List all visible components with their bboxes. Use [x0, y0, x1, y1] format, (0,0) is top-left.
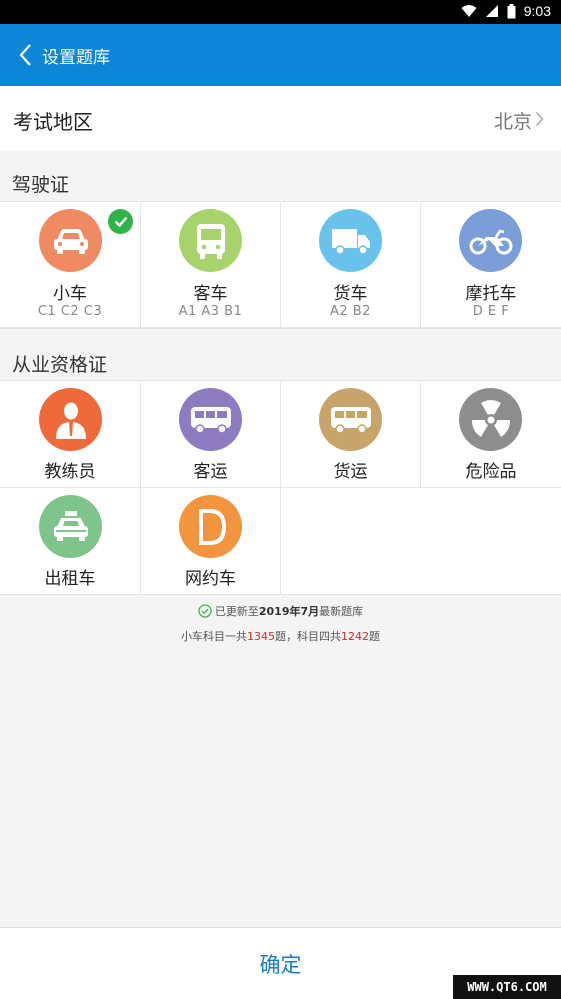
- qualification-icon-circle: [39, 495, 102, 558]
- passenger-bus-icon: [190, 406, 231, 434]
- region-selector[interactable]: 考试地区 北京: [0, 86, 561, 150]
- license-item-car[interactable]: 小车 C1 C2 C3: [0, 202, 141, 328]
- coach-icon: [55, 402, 86, 439]
- truck-icon: [331, 228, 370, 255]
- qualification-icon-circle: [179, 495, 242, 558]
- license-item-truck[interactable]: 货车 A2 B2: [281, 202, 421, 328]
- qualification-label: 客运: [193, 462, 228, 482]
- license-classes: D E F: [472, 304, 510, 319]
- qualification-item-cargo[interactable]: 货运: [281, 381, 421, 488]
- license-icon-circle: [179, 209, 242, 272]
- count-text-a: 小车科目一共: [181, 630, 247, 643]
- qualification-icon-circle: [319, 388, 382, 451]
- taxi-icon: [53, 510, 88, 541]
- license-classes: A2 B2: [330, 304, 371, 319]
- qualification-label: 货运: [333, 462, 368, 482]
- license-grid: 小车 C1 C2 C3 客车 A1 A3 B1 货车 A2 B2 摩托车 D E…: [0, 201, 561, 329]
- page-title: 设置题库: [42, 48, 110, 68]
- bus-icon: [196, 223, 225, 259]
- subject4-count: 1242: [341, 630, 369, 643]
- watermark: WWW.QT6.COM: [453, 975, 561, 999]
- qualification-item-ride-hailing[interactable]: 网约车: [141, 488, 281, 594]
- license-section-title: 驾驶证: [12, 174, 70, 196]
- wifi-icon: [461, 5, 477, 17]
- status-icons: 9:03: [461, 3, 551, 19]
- count-text-c: 题: [369, 630, 380, 643]
- license-item-bus[interactable]: 客车 A1 A3 B1: [141, 202, 281, 328]
- qualification-item-passenger[interactable]: 客运: [141, 381, 281, 488]
- radiation-icon: [471, 399, 510, 437]
- region-label: 考试地区: [13, 110, 93, 134]
- qualification-label: 教练员: [44, 462, 96, 482]
- qualification-icon-circle: [39, 388, 102, 451]
- qualification-label: 出租车: [44, 569, 96, 589]
- app-bar: 设置题库: [0, 24, 561, 86]
- selected-check-icon: [108, 209, 133, 234]
- qualification-label: 危险品: [465, 462, 517, 482]
- qualification-item-hazmat[interactable]: 危险品: [421, 381, 561, 488]
- license-item-motorcycle[interactable]: 摩托车 D E F: [421, 202, 561, 328]
- qualification-item-taxi[interactable]: 出租车: [0, 488, 141, 594]
- count-text-b: 题，科目四共: [275, 630, 341, 643]
- license-icon-circle: [39, 209, 102, 272]
- back-button[interactable]: [8, 38, 42, 72]
- motorcycle-icon: [469, 229, 512, 254]
- update-suffix: 最新题库: [319, 605, 364, 618]
- ride-hailing-icon: [198, 508, 226, 545]
- license-label: 货车: [333, 284, 368, 304]
- check-circle-icon: [198, 604, 212, 618]
- signal-icon: [485, 5, 498, 17]
- car-icon: [53, 228, 88, 254]
- license-icon-circle: [319, 209, 382, 272]
- region-value: 北京: [493, 111, 532, 133]
- status-time: 9:03: [523, 3, 551, 19]
- license-classes: A1 A3 B1: [178, 304, 243, 319]
- chevron-right-icon: [535, 111, 544, 127]
- battery-icon: [507, 3, 516, 18]
- license-label: 客车: [193, 284, 228, 304]
- qualification-icon-circle: [459, 388, 522, 451]
- license-label: 摩托车: [465, 284, 517, 304]
- update-status: 已更新至2019年7月最新题库: [0, 603, 561, 619]
- qualification-grid: 教练员 客运 货运 危险品 出租车 网约车: [0, 380, 561, 595]
- subject1-count: 1345: [247, 630, 275, 643]
- qualification-item-coach[interactable]: 教练员: [0, 381, 141, 488]
- qualification-label: 网约车: [185, 569, 236, 589]
- qualification-icon-circle: [179, 388, 242, 451]
- question-counts: 小车科目一共1345题，科目四共1242题: [0, 628, 561, 644]
- license-icon-circle: [459, 209, 522, 272]
- update-prefix: 已更新至: [214, 605, 259, 618]
- license-classes: C1 C2 C3: [37, 304, 103, 319]
- status-bar: 9:03: [0, 0, 561, 24]
- update-date: 2019年7月: [258, 605, 320, 618]
- license-label: 小车: [53, 284, 87, 304]
- chevron-left-icon: [19, 44, 31, 66]
- cargo-bus-icon: [330, 406, 371, 434]
- qualification-section-title: 从业资格证: [12, 354, 108, 376]
